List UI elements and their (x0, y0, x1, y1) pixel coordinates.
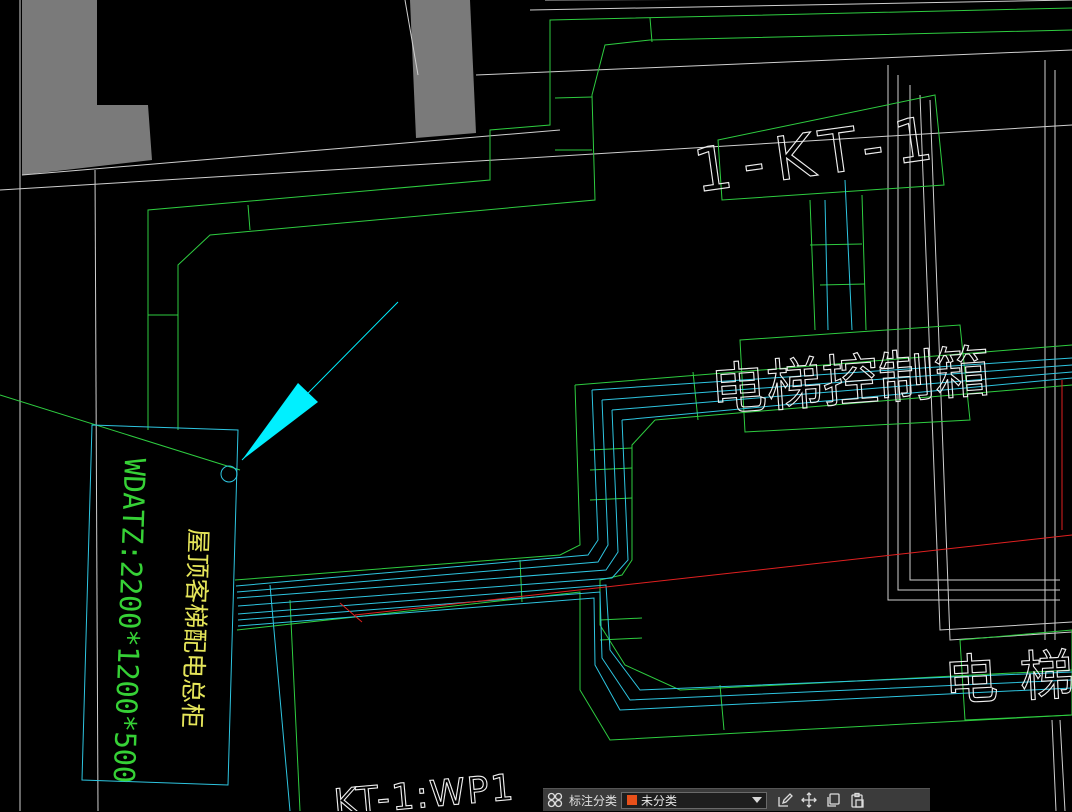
move-icon[interactable] (797, 789, 821, 812)
grid-icon[interactable] (543, 789, 567, 812)
category-value: 未分类 (641, 793, 678, 808)
annotation-toolbar: 标注分类 未分类 (543, 788, 930, 811)
edit-icon[interactable] (773, 789, 797, 812)
chevron-down-icon[interactable] (752, 797, 763, 803)
paste-icon[interactable] (845, 789, 869, 812)
category-color-swatch (627, 795, 638, 805)
category-label: 标注分类 (569, 793, 618, 808)
copy-icon[interactable] (821, 789, 845, 812)
cad-canvas[interactable]: 1-KT-1 电梯控制箱 电梯 WDATZ:2200*1200*500 屋顶客梯… (0, 0, 1072, 811)
category-select[interactable]: 未分类 (621, 791, 768, 809)
